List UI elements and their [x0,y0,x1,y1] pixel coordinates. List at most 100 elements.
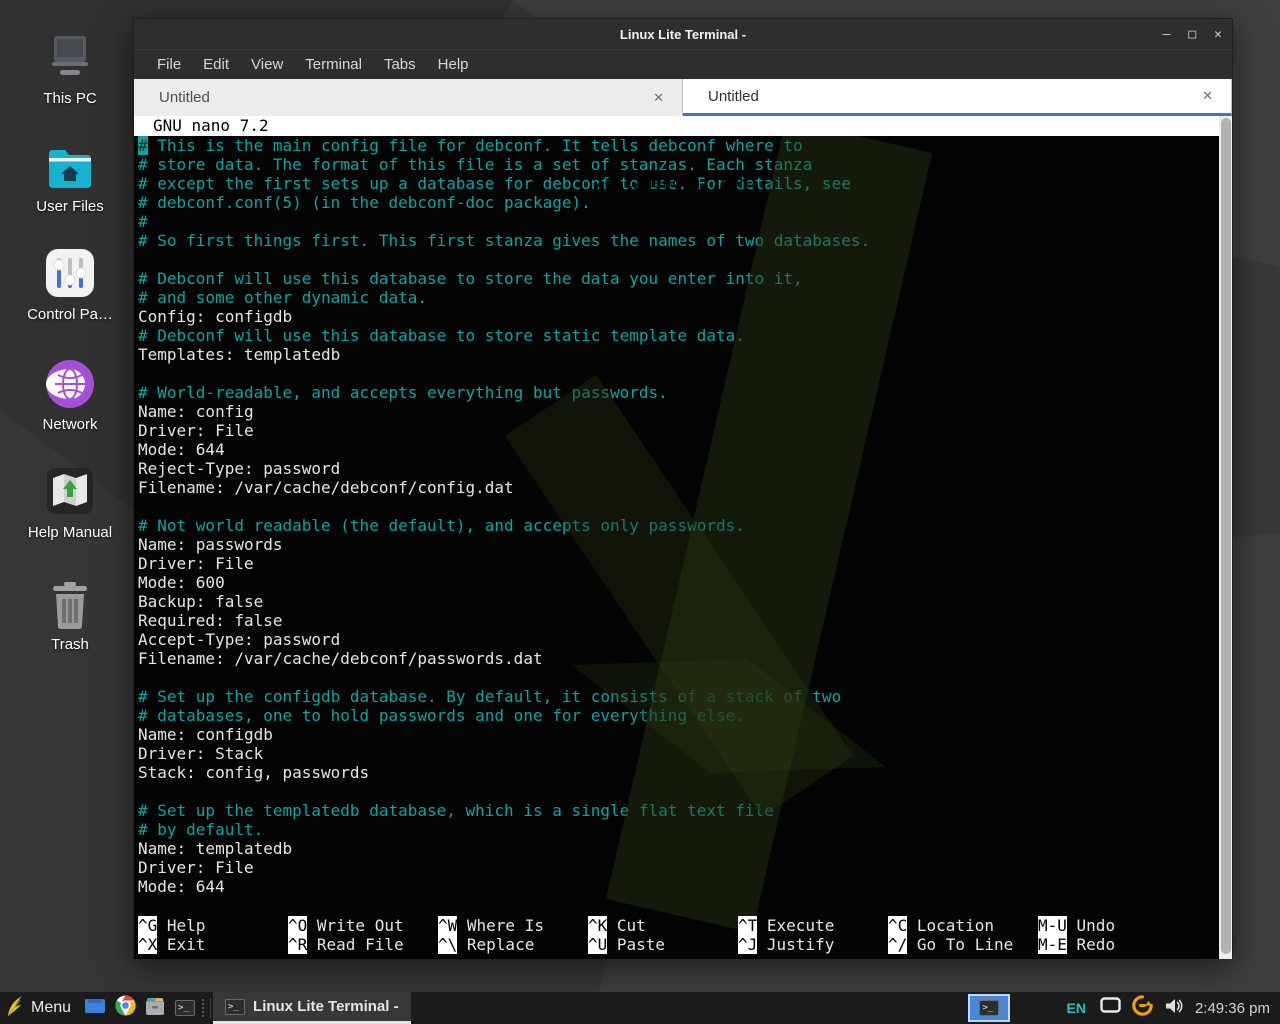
chrome-icon [115,995,136,1021]
buffer-line [134,250,1232,269]
buffer-line: # Debconf will use this database to stor… [134,326,1232,345]
buffer-line: Name: config [134,402,1232,421]
display-settings-tray[interactable] [1100,997,1121,1019]
monitor-icon [1100,997,1121,1019]
menu-button[interactable]: Menu [0,992,80,1024]
buffer-line: Driver: File [134,858,1232,877]
tab-close-icon[interactable]: ✕ [1202,88,1213,104]
file-cabinet-icon [143,996,167,1021]
buffer-line: # Not world readable (the default), and … [134,516,1232,535]
buffer-line: Reject-Type: password [134,459,1232,478]
buffer-line: # Debconf will use this database to stor… [134,269,1232,288]
shortcut-key: ^K [588,916,607,935]
home-folder-icon [8,136,132,192]
shortcut-label: Cut [607,916,646,935]
tab-label: Untitled [159,89,653,106]
shortcut-key: ^R [288,935,307,954]
close-button[interactable]: ✕ [1214,28,1222,41]
buffer-line [134,782,1232,801]
buffer-line: # by default. [134,820,1232,839]
shortcut-key: ^T [738,916,757,935]
shortcut-label: Location [907,916,994,935]
shortcut-label: Exit [157,935,205,954]
desktop-icon-control-panel[interactable]: Control Pa… [8,244,132,323]
shortcut-key: ^C [888,916,907,935]
buffer-line: # Set up the templatedb database, which … [134,801,1232,820]
menu-help[interactable]: Help [427,56,480,73]
buffer-line [134,668,1232,687]
maximize-button[interactable]: □ [1188,28,1196,41]
taskbar-separator [202,999,211,1017]
shortcut-label: Undo [1067,916,1115,935]
buffer-line: # So first things first. This first stan… [134,231,1232,250]
shortcut-row: ^X Exit^R Read File^\ Replace^U Paste^J … [138,935,1212,954]
tab-0[interactable]: Untitled✕ [134,79,683,116]
show-desktop-button[interactable] [80,992,110,1024]
desktop-icon-this-pc[interactable]: This PC [8,28,132,107]
shortcut-row: ^G Help^O Write Out^W Where Is^K Cut^T E… [138,916,1212,935]
nano-titlebar: GNU nano 7.2 /etc/debconf.conf [134,116,1219,136]
sliders-icon [8,244,132,300]
desktop-icon-label: Network [8,416,132,433]
shortcut-label: Redo [1067,935,1115,954]
menu-file[interactable]: File [146,56,192,73]
buffer-line: # Set up the configdb database. By defau… [134,687,1232,706]
nano-shortcut-bar: ^G Help^O Write Out^W Where Is^K Cut^T E… [138,916,1212,954]
shortcut-write-out: ^O Write Out [288,916,438,935]
shortcut-key: ^X [138,935,157,954]
shortcut-label: Execute [757,916,834,935]
window-title: Linux Lite Terminal - [134,27,1232,42]
shortcut-label: Go To Line [907,935,1013,954]
buffer-line: Backup: false [134,592,1232,611]
tab-label: Untitled [708,88,1202,105]
desktop-pager-icon [83,997,107,1020]
buffer-line: Name: templatedb [134,839,1232,858]
file-manager-launcher[interactable] [140,992,170,1024]
desktop-icon-trash[interactable]: Trash [8,574,132,653]
tab-close-icon[interactable]: ✕ [653,90,664,106]
menu-view[interactable]: View [240,56,294,73]
desktop: This PC User Files [0,0,1280,1024]
taskbar-task-terminal[interactable]: >_ Linux Lite Terminal - [213,992,411,1024]
buffer-line: # World-readable, and accepts everything… [134,383,1232,402]
tray-terminal-indicator[interactable]: >_ [968,994,1010,1022]
scrollbar-thumb[interactable] [1221,118,1231,954]
buffer-line: Driver: File [134,554,1232,573]
shortcut-label: Justify [757,935,834,954]
terminal-launcher[interactable]: >_ [170,992,200,1024]
shortcut-exit: ^X Exit [138,935,288,954]
shortcut-key: ^J [738,935,757,954]
manual-icon [8,462,132,518]
terminal-icon: >_ [225,999,245,1015]
keyboard-layout-indicator[interactable]: EN [1066,1000,1085,1016]
menu-terminal[interactable]: Terminal [294,56,373,73]
desktop-icon-user-files[interactable]: User Files [8,136,132,215]
buffer-line: Templates: templatedb [134,345,1232,364]
terminal-window: Linux Lite Terminal - – □ ✕ FileEditView… [133,18,1233,958]
shortcut-key: M-E [1038,935,1067,954]
menu-bar: FileEditViewTerminalTabsHelp [134,49,1232,79]
desktop-icon-label: Help Manual [8,524,132,541]
desktop-icon-network[interactable]: Network [8,354,132,433]
shortcut-key: ^/ [888,935,907,954]
buffer-line: Mode: 600 [134,573,1232,592]
scrollbar[interactable] [1219,116,1232,959]
shortcut-cut: ^K Cut [588,916,738,935]
terminal-screen[interactable]: GNU nano 7.2 /etc/debconf.conf # This is… [134,116,1232,959]
buffer-line: Filename: /var/cache/debconf/config.dat [134,478,1232,497]
trash-icon [8,574,132,630]
chrome-launcher[interactable] [110,992,140,1024]
speaker-icon [1164,997,1184,1020]
minimize-button[interactable]: – [1163,28,1171,41]
volume-tray[interactable] [1164,997,1184,1020]
menu-edit[interactable]: Edit [192,56,240,73]
terminal-icon: >_ [175,1000,195,1016]
menu-tabs[interactable]: Tabs [373,56,427,73]
buffer-line: # and some other dynamic data. [134,288,1232,307]
updates-notifier-tray[interactable] [1131,994,1154,1022]
window-titlebar[interactable]: Linux Lite Terminal - – □ ✕ [134,19,1232,49]
tab-1-active[interactable]: Untitled✕ [683,79,1232,116]
desktop-icon-help-manual[interactable]: Help Manual [8,462,132,541]
buffer-line: Driver: File [134,421,1232,440]
buffer-line: Accept-Type: password [134,630,1232,649]
